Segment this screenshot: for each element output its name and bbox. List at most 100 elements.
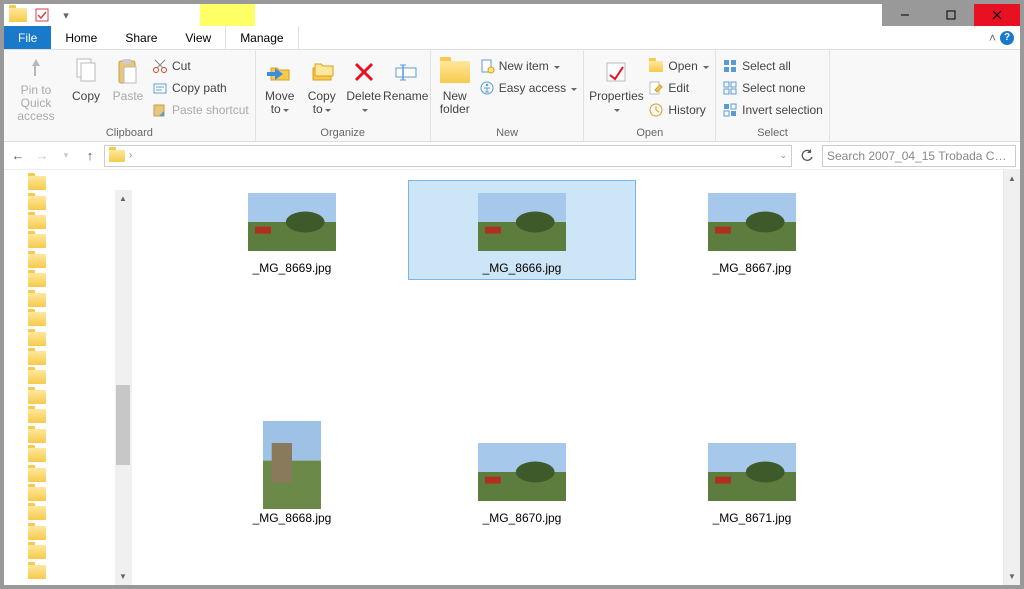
- file-item[interactable]: _MG_8667.jpg: [638, 180, 866, 280]
- copy-to-button[interactable]: Copy to: [302, 52, 342, 122]
- tree-folder-item[interactable]: [8, 213, 111, 231]
- new-folder-button[interactable]: New folder: [435, 52, 475, 122]
- properties-button[interactable]: Properties: [588, 52, 644, 122]
- nav-back-button[interactable]: ←: [8, 146, 28, 166]
- file-item[interactable]: _MG_8669.jpg: [178, 180, 406, 280]
- thumbnail: [478, 435, 566, 509]
- tree-folder-item[interactable]: [8, 465, 111, 483]
- folder-icon: [28, 429, 46, 443]
- tab-manage[interactable]: Manage: [225, 26, 298, 49]
- address-history-dropdown[interactable]: ⌄: [779, 150, 787, 161]
- folder-icon: [28, 487, 46, 501]
- new-item-button[interactable]: New item: [477, 56, 580, 76]
- select-all-button[interactable]: Select all: [720, 56, 825, 76]
- cut-button[interactable]: Cut: [150, 56, 251, 76]
- content-scrollbar[interactable]: ▲ ▼: [1003, 170, 1020, 585]
- nav-forward-button[interactable]: →: [32, 146, 52, 166]
- tree-scroll-thumb[interactable]: [116, 385, 130, 465]
- open-button[interactable]: Open: [646, 56, 711, 76]
- close-button[interactable]: [974, 4, 1020, 26]
- properties-icon: [600, 56, 632, 88]
- search-input[interactable]: Search 2007_04_15 Trobada Cosins: [822, 145, 1016, 167]
- tree-folder-item[interactable]: [8, 504, 111, 522]
- tab-share[interactable]: Share: [111, 26, 171, 49]
- pin-to-quick-access-button[interactable]: Pin to Quick access: [8, 52, 64, 122]
- tree-scroll-down[interactable]: ▼: [115, 568, 132, 585]
- tree-folder-item[interactable]: [8, 562, 111, 580]
- tree-folder-item[interactable]: [8, 524, 111, 542]
- paste-button[interactable]: Paste: [108, 52, 148, 122]
- tree-folder-item[interactable]: [8, 252, 111, 270]
- address-bar[interactable]: › ⌄: [104, 145, 792, 167]
- app-icon: [8, 5, 28, 25]
- nav-recent-dropdown[interactable]: ▾: [56, 146, 76, 166]
- navigation-pane[interactable]: [4, 170, 112, 585]
- tree-folder-item[interactable]: [8, 407, 111, 425]
- file-item[interactable]: _MG_8666.jpg: [408, 180, 636, 280]
- move-to-button[interactable]: Move to: [260, 52, 300, 122]
- folder-icon: [28, 254, 46, 268]
- folder-icon: [28, 176, 46, 190]
- thumbnail: [708, 435, 796, 509]
- tree-folder-item[interactable]: [8, 329, 111, 347]
- file-name-label: _MG_8671.jpg: [713, 511, 792, 525]
- rename-button[interactable]: Rename: [386, 52, 426, 122]
- invert-selection-icon: [722, 102, 738, 118]
- tree-folder-item[interactable]: [8, 193, 111, 211]
- folder-icon: [28, 312, 46, 326]
- title-bar: ▾: [4, 4, 1020, 26]
- copy-button[interactable]: Copy: [66, 52, 106, 122]
- file-item[interactable]: _MG_8670.jpg: [408, 430, 636, 530]
- tree-folder-item[interactable]: [8, 174, 111, 192]
- file-name-label: _MG_8667.jpg: [713, 261, 792, 275]
- maximize-button[interactable]: [928, 4, 974, 26]
- tree-folder-item[interactable]: [8, 388, 111, 406]
- easy-access-button[interactable]: Easy access: [477, 78, 580, 98]
- select-none-button[interactable]: Select none: [720, 78, 825, 98]
- delete-button[interactable]: Delete: [344, 52, 384, 122]
- tree-folder-item[interactable]: [8, 291, 111, 309]
- folder-icon: [28, 332, 46, 346]
- tree-folder-item[interactable]: [8, 232, 111, 250]
- tree-folder-item[interactable]: [8, 368, 111, 386]
- folder-icon: [28, 468, 46, 482]
- nav-up-button[interactable]: ↑: [80, 146, 100, 166]
- address-folder-icon: [109, 150, 125, 162]
- collapse-ribbon-icon[interactable]: ˄: [989, 31, 996, 45]
- folder-icon: [28, 351, 46, 365]
- copy-path-button[interactable]: Copy path: [150, 78, 251, 98]
- tab-file[interactable]: File: [4, 26, 51, 49]
- items-view[interactable]: _MG_8669.jpg _MG_8666.jpg _MG_8667.jpg _…: [134, 170, 1003, 585]
- tab-home[interactable]: Home: [51, 26, 111, 49]
- history-button[interactable]: History: [646, 100, 711, 120]
- minimize-button[interactable]: [882, 4, 928, 26]
- navigation-bar: ← → ▾ ↑ › ⌄ Search 2007_04_15 Trobada Co…: [4, 142, 1020, 170]
- tree-folder-item[interactable]: [8, 349, 111, 367]
- tree-folder-item[interactable]: [8, 543, 111, 561]
- splitter-left[interactable]: ▲ ▼: [112, 170, 134, 585]
- content-scroll-down[interactable]: ▼: [1004, 568, 1021, 585]
- copy-path-icon: [152, 80, 168, 96]
- content-scroll-up[interactable]: ▲: [1004, 170, 1021, 187]
- tree-folder-item[interactable]: [8, 485, 111, 503]
- breadcrumb-separator[interactable]: ›: [129, 150, 132, 161]
- file-item[interactable]: _MG_8671.jpg: [638, 430, 866, 530]
- tree-scroll-up[interactable]: ▲: [115, 190, 132, 207]
- file-item[interactable]: _MG_8668.jpg: [178, 430, 406, 530]
- qat-properties-icon[interactable]: [32, 5, 52, 25]
- qat-customize-icon[interactable]: ▾: [56, 5, 76, 25]
- file-name-label: _MG_8666.jpg: [483, 261, 562, 275]
- paste-shortcut-button[interactable]: Paste shortcut: [150, 100, 251, 120]
- paste-icon: [112, 56, 144, 88]
- refresh-button[interactable]: [796, 145, 818, 167]
- folder-icon: [28, 370, 46, 384]
- tree-folder-item[interactable]: [8, 446, 111, 464]
- help-icon[interactable]: ?: [1000, 31, 1014, 45]
- invert-selection-button[interactable]: Invert selection: [720, 100, 825, 120]
- tab-view[interactable]: View: [171, 26, 225, 49]
- tree-folder-item[interactable]: [8, 426, 111, 444]
- tree-folder-item[interactable]: [8, 310, 111, 328]
- edit-button[interactable]: Edit: [646, 78, 711, 98]
- tree-folder-item[interactable]: [8, 271, 111, 289]
- open-icon: [648, 58, 664, 74]
